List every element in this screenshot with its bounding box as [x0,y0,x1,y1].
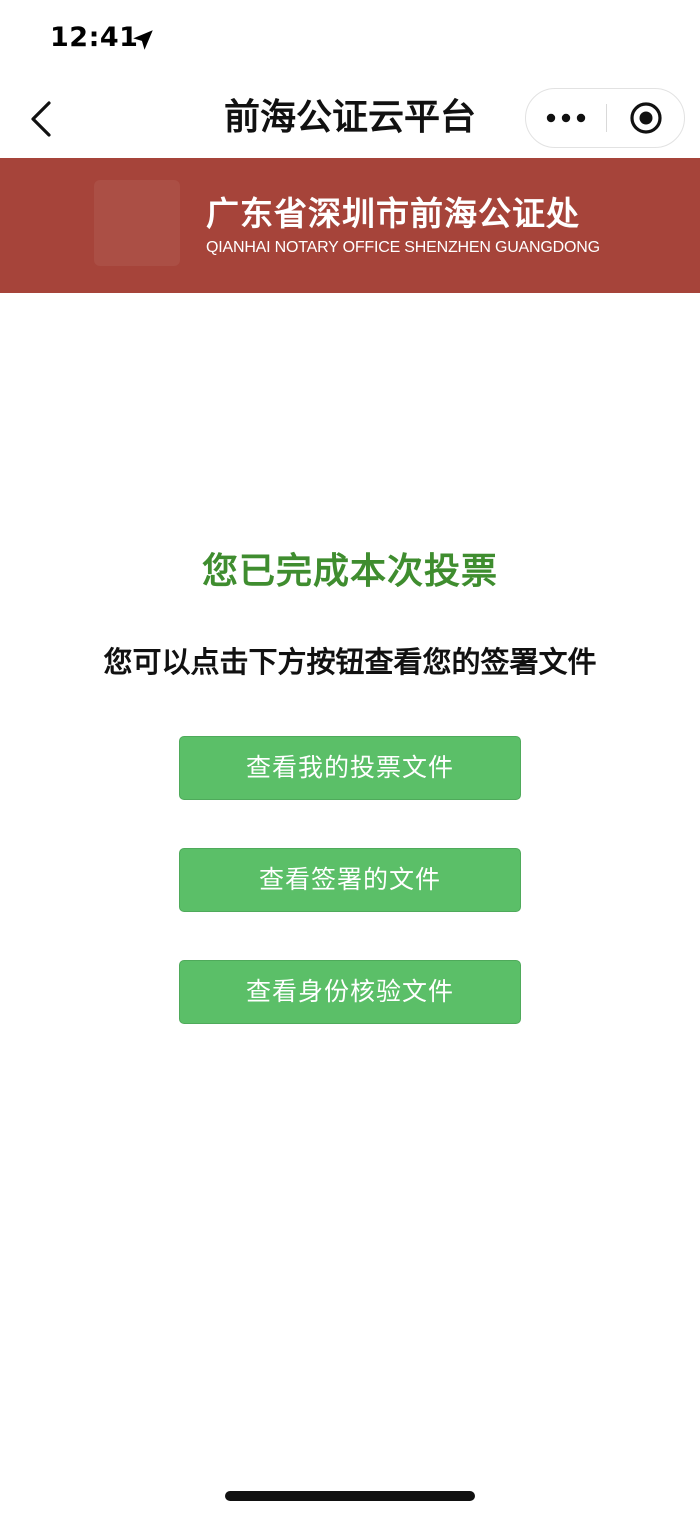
banner-subtitle: QIANHAI NOTARY OFFICE SHENZHEN GUANGDONG [206,239,600,256]
notary-emblem-icon [94,180,180,266]
chevron-left-icon [31,101,51,137]
banner-title: 广东省深圳市前海公证处 [206,194,580,233]
view-identity-verification-file-button[interactable]: 查看身份核验文件 [179,960,521,1024]
instruction-text: 您可以点击下方按钮查看您的签署文件 [103,645,597,679]
home-indicator[interactable] [225,1491,475,1501]
notary-office-banner: 广东省深圳市前海公证处 QIANHAI NOTARY OFFICE SHENZH… [0,158,700,293]
view-vote-file-button[interactable]: 查看我的投票文件 [179,736,521,800]
more-button[interactable] [526,89,606,147]
page-title: 前海公证云平台 [223,97,476,138]
location-arrow-icon [133,30,153,50]
status-bar: 12:41 [0,0,700,80]
status-time: 12:41 [50,22,139,53]
mini-program-capsule [525,88,685,148]
vote-complete-title: 您已完成本次投票 [201,551,498,592]
more-dots-icon [546,113,586,123]
target-close-icon [630,102,662,134]
nav-bar: 前海公证云平台 [0,80,700,158]
close-mini-program-button[interactable] [607,89,685,147]
back-button[interactable] [18,92,64,146]
view-signed-file-button[interactable]: 查看签署的文件 [179,848,521,912]
